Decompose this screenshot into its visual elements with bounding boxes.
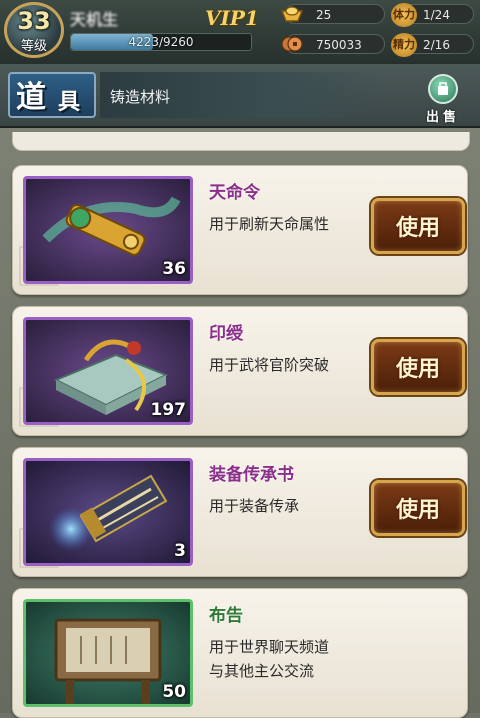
list-top-edge bbox=[12, 132, 470, 151]
page-title: 道 具 bbox=[8, 72, 96, 118]
copper-value: 750033 bbox=[316, 38, 362, 52]
item-description: 用于装备传承 bbox=[209, 497, 300, 515]
page-title-char2: 具 bbox=[58, 89, 81, 115]
sell-label: 出售 bbox=[425, 110, 460, 125]
copper-box[interactable]: 750033 bbox=[281, 34, 385, 54]
list-item: 3 装备传承书 用于装备传承 使用 bbox=[12, 447, 468, 577]
gold-box[interactable]: 25 bbox=[280, 4, 385, 24]
stamina-box[interactable]: 体力 1/24 bbox=[391, 3, 474, 27]
sell-icon bbox=[428, 74, 458, 104]
stamina-value: 1/24 bbox=[423, 8, 450, 22]
inheritance-book-icon bbox=[26, 461, 190, 563]
item-icon-frame[interactable]: 197 bbox=[23, 317, 193, 425]
item-icon-frame[interactable]: 3 bbox=[23, 458, 193, 566]
item-count: 50 bbox=[162, 682, 186, 702]
item-description-line1: 用于世界聊天频道 bbox=[209, 638, 330, 656]
copper-coin-icon bbox=[278, 30, 306, 58]
list-item: 50 布告 用于世界聊天频道 与其他主公交流 bbox=[12, 588, 468, 718]
energy-icon: 精力 bbox=[391, 33, 417, 57]
item-description-line2: 与其他主公交流 bbox=[209, 662, 315, 680]
item-count: 36 bbox=[162, 259, 186, 279]
energy-value: 2/16 bbox=[423, 38, 450, 52]
gold-ingot-icon bbox=[278, 0, 306, 28]
list-item: 36 天命令 用于刷新天命属性 使用 bbox=[12, 165, 468, 295]
level-number: 33 bbox=[17, 7, 51, 35]
sell-button[interactable]: 出售 bbox=[416, 74, 470, 125]
item-count: 197 bbox=[150, 400, 187, 420]
item-name: 天命令 bbox=[209, 183, 260, 203]
use-button[interactable]: 使用 bbox=[371, 339, 465, 395]
item-description: 用于武将官阶突破 bbox=[209, 356, 330, 374]
tab-forging-materials[interactable]: 铸造材料 bbox=[100, 72, 390, 118]
item-icon-frame[interactable]: 50 bbox=[23, 599, 193, 707]
stamina-icon: 体力 bbox=[391, 3, 417, 27]
item-count: 3 bbox=[174, 541, 186, 561]
item-name: 印绶 bbox=[209, 324, 243, 344]
player-name: 天机生 bbox=[70, 10, 119, 29]
gold-value: 25 bbox=[316, 8, 332, 22]
list-item: 197 印绶 用于武将官阶突破 使用 bbox=[12, 306, 468, 436]
exp-text: 4223/9260 bbox=[128, 35, 194, 49]
item-name: 装备传承书 bbox=[209, 465, 294, 485]
tab-label: 铸造材料 bbox=[110, 88, 171, 106]
use-button[interactable]: 使用 bbox=[371, 480, 465, 536]
exp-bar: 4223/9260 bbox=[70, 33, 252, 51]
item-description: 用于刷新天命属性 bbox=[209, 215, 330, 233]
energy-box[interactable]: 精力 2/16 bbox=[391, 33, 474, 57]
item-description: 用于世界聊天频道 与其他主公交流 bbox=[209, 635, 449, 683]
item-name: 布告 bbox=[209, 606, 243, 626]
status-bar: 33 等级 天机生 4223/9260 VIP1 25 750033 体力 1/… bbox=[0, 0, 480, 66]
use-button[interactable]: 使用 bbox=[371, 198, 465, 254]
page-title-char1: 道 bbox=[16, 80, 46, 115]
level-label: 等级 bbox=[20, 39, 47, 54]
level-badge[interactable]: 33 等级 bbox=[4, 2, 64, 58]
title-bar: 道 具 铸造材料 出售 bbox=[0, 64, 480, 128]
item-icon-frame[interactable]: 36 bbox=[23, 176, 193, 284]
vip-badge[interactable]: VIP1 bbox=[205, 6, 259, 30]
